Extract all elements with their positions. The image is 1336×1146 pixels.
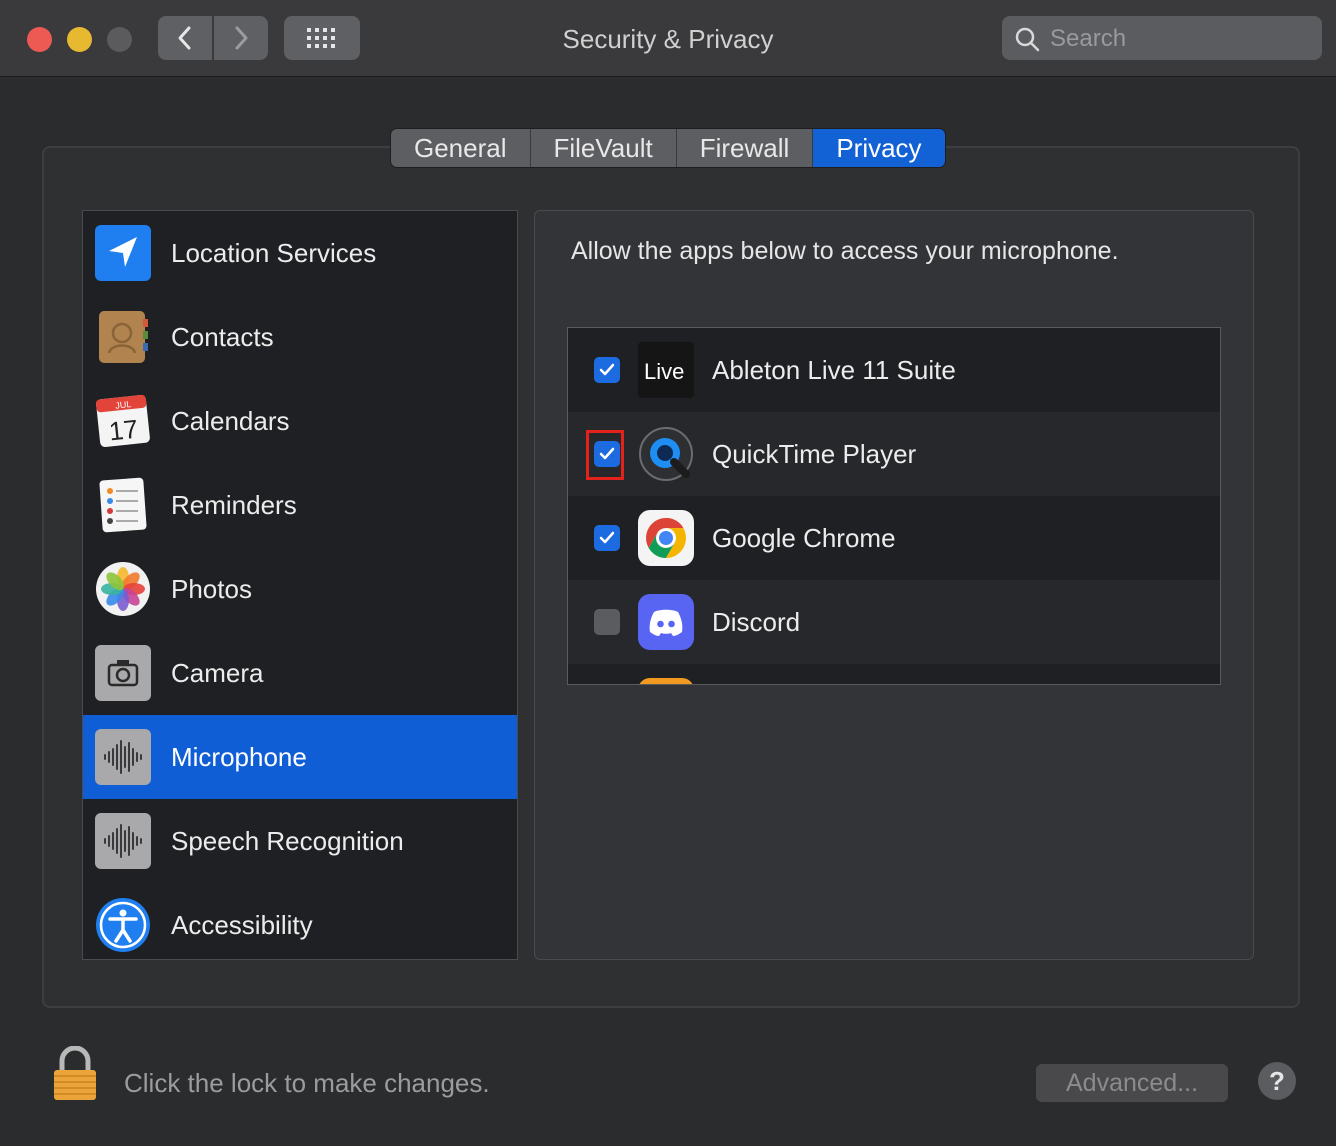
app-row-partial (568, 664, 1220, 684)
sidebar-item-photos[interactable]: Photos (83, 547, 517, 631)
sidebar-item-microphone[interactable]: Microphone (83, 715, 517, 799)
search-icon (1015, 27, 1040, 52)
app-name: Ableton Live 11 Suite (712, 355, 956, 385)
permission-detail-pane: Allow the apps below to access your micr… (534, 210, 1254, 960)
photos-icon (96, 562, 150, 616)
app-row-google-chrome: Google Chrome (568, 496, 1220, 580)
sidebar-item-reminders[interactable]: Reminders (83, 463, 517, 547)
calendar-icon: JUL 17 (96, 394, 150, 447)
app-name: QuickTime Player (712, 439, 917, 469)
lock-icon[interactable] (50, 1046, 100, 1102)
sidebar-item-label: Speech Recognition (171, 826, 404, 856)
contacts-book-icon (99, 311, 148, 363)
highlight-box (586, 430, 624, 480)
sidebar-item-location-services[interactable]: Location Services (83, 211, 517, 295)
app-row-discord: Discord (568, 580, 1220, 664)
sidebar-item-label: Calendars (171, 406, 290, 436)
tab-bar: General FileVault Firewall Privacy (390, 128, 946, 168)
app-permission-checkbox[interactable] (594, 525, 620, 551)
app-name: Discord (712, 607, 801, 637)
sidebar-item-label: Location Services (171, 238, 377, 268)
chrome-icon (638, 510, 694, 566)
search-input[interactable] (1048, 22, 1312, 56)
ableton-icon-text: Live (644, 359, 684, 384)
app-permission-list: Live Ableton Live 11 Suite QuickTime Pla… (567, 327, 1221, 685)
title-bar: Security & Privacy (0, 0, 1336, 77)
tab-general[interactable]: General (391, 129, 531, 167)
sidebar-item-label: Microphone (171, 742, 307, 772)
app-name: Google Chrome (712, 523, 896, 553)
app-row-ableton-live: Live Ableton Live 11 Suite (568, 328, 1220, 412)
sidebar-item-accessibility[interactable]: Accessibility (83, 883, 517, 959)
sidebar-item-speech-recognition[interactable]: Speech Recognition (83, 799, 517, 883)
app-permission-checkbox[interactable] (594, 357, 620, 383)
sidebar-item-label: Reminders (171, 490, 297, 520)
sidebar-item-contacts[interactable]: Contacts (83, 295, 517, 379)
checkmark-icon (599, 531, 615, 544)
tab-firewall[interactable]: Firewall (676, 129, 814, 167)
sidebar-item-label: Camera (171, 658, 264, 688)
microphone-waveform-icon (95, 729, 151, 785)
quicktime-icon (639, 427, 693, 481)
help-button[interactable]: ? (1258, 1062, 1296, 1100)
app-permission-checkbox[interactable] (594, 609, 620, 635)
sidebar-item-label: Contacts (171, 322, 274, 352)
reminders-icon (99, 477, 147, 533)
tab-privacy[interactable]: Privacy (813, 129, 945, 167)
sidebar-item-calendars[interactable]: JUL 17 Calendars (83, 379, 517, 463)
sidebar-item-label: Photos (171, 574, 252, 604)
ableton-live-icon: Live (638, 342, 694, 398)
search-field[interactable] (1002, 16, 1322, 60)
sidebar-item-label: Accessibility (171, 910, 313, 940)
partial-app-icon (639, 678, 693, 684)
checkmark-icon (599, 363, 615, 376)
permission-description: Allow the apps below to access your micr… (571, 237, 1119, 265)
discord-icon (638, 594, 694, 650)
speech-waveform-icon (95, 813, 151, 869)
sidebar-item-camera[interactable]: Camera (83, 631, 517, 715)
privacy-category-list: Location Services Contacts JUL 17 Calend… (82, 210, 518, 960)
camera-icon (95, 645, 151, 701)
calendar-day-label: 17 (107, 414, 139, 447)
calendar-month-label: JUL (115, 399, 132, 411)
location-arrow-icon (95, 225, 151, 281)
app-row-quicktime-player: QuickTime Player (568, 412, 1220, 496)
lock-status-text: Click the lock to make changes. (124, 1068, 490, 1098)
tab-filevault[interactable]: FileVault (530, 129, 677, 167)
accessibility-icon (96, 898, 150, 952)
advanced-button[interactable]: Advanced... (1036, 1064, 1228, 1102)
